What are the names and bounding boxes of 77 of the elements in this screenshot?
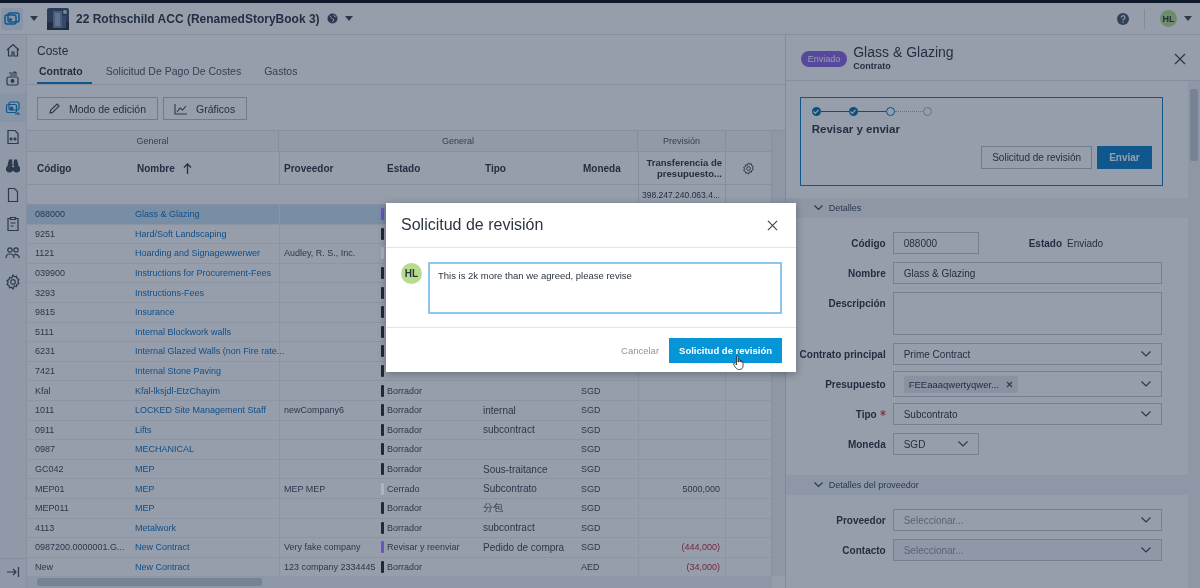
field-label: Código (851, 237, 886, 249)
status-cell: Borrador (387, 464, 422, 474)
currency-cell: AED (581, 562, 600, 572)
currency-cell: SGD (581, 385, 601, 396)
type-cell: Sous-traitance (483, 463, 548, 475)
currency-cell: SGD (581, 464, 601, 474)
supplier-cell: MEP MEP (284, 483, 326, 494)
field-label: Moneda (847, 438, 886, 450)
supplier-cell: Audley, R. S., Inc. (284, 248, 356, 259)
currency-cell: SGD (581, 405, 601, 416)
forecast-cell: (34,000) (686, 562, 720, 572)
budget-tag: FEEaaaqwertyqwer... (903, 375, 1018, 393)
code-cell: 088000 (35, 209, 66, 220)
forecast-cell: 5000,000 (682, 483, 720, 494)
column-group-header: General (136, 136, 169, 146)
user-avatar: HL (401, 263, 422, 284)
code-cell: GC042 (35, 464, 64, 474)
code-cell: MEP01 (35, 483, 65, 494)
code-cell: 4113 (35, 522, 55, 533)
supplier-cell: 123 company 2334445 (284, 562, 376, 572)
currency-cell: SGD (581, 503, 601, 514)
field-label: Descripción (828, 298, 886, 309)
supplier-cell: newCompany6 (284, 405, 345, 416)
step-label: Revisar y enviar (811, 123, 901, 135)
code-cell: 0911 (35, 424, 55, 435)
column-group-header: Previsión (663, 136, 700, 146)
field-label: Presupuesto (825, 378, 886, 390)
supplier-cell: Very fake company (284, 542, 361, 553)
status-badge: Enviado (800, 51, 848, 67)
status-cell: Revisar y reenviar (387, 542, 460, 553)
field-label: Nombre (847, 267, 886, 279)
field-label: Contrato principal (799, 348, 886, 360)
status-cell: Borrador (387, 562, 422, 572)
field-label: Contacto (842, 544, 886, 556)
type-cell: Pedido de compra (483, 541, 565, 553)
column-total: 398.247.240.063.4... (642, 189, 720, 200)
code-cell: 3293 (35, 287, 56, 298)
column-group-header: General (442, 136, 474, 146)
field-value: Enviado (1067, 237, 1104, 249)
currency-cell: SGD (581, 483, 601, 494)
status-cell: Borrador (387, 405, 422, 416)
status-cell: Borrador (387, 385, 422, 396)
code-cell: 0987 (35, 444, 56, 455)
code-cell: 0987200.0000001.G... (35, 542, 125, 553)
currency-cell: SGD (581, 522, 601, 533)
forecast-cell: (444,000) (681, 542, 720, 553)
type-cell: subcontract (483, 424, 535, 436)
type-cell: internal (483, 404, 516, 416)
code-cell: 1011 (35, 405, 55, 416)
type-cell: 分包 (483, 501, 503, 516)
status-cell: Borrador (387, 424, 422, 435)
status-cell: Borrador (387, 522, 422, 533)
code-cell: MEP011 (35, 503, 69, 514)
field-label: Tipo (855, 408, 877, 420)
page-title: Coste (36, 43, 70, 58)
type-cell: subcontract (483, 522, 535, 534)
panel-subtitle: Contrato (853, 61, 892, 71)
code-cell: 1121 (35, 248, 55, 259)
panel-title: Glass & Glazing (853, 44, 954, 60)
type-cell: Subcontrato (483, 483, 537, 495)
code-cell: 6231 (35, 346, 56, 357)
code-cell: 5111 (35, 326, 54, 337)
status-cell: Borrador (387, 503, 422, 514)
currency-cell: SGD (581, 444, 601, 455)
status-cell: Borrador (387, 444, 422, 455)
currency-cell: SGD (581, 424, 601, 435)
code-cell: 9815 (35, 307, 56, 318)
field-label: Estado (1028, 237, 1063, 249)
field-label: Proveedor (836, 514, 886, 526)
code-cell: 9251 (35, 228, 56, 239)
dialog-title: Solicitud de revisión (401, 216, 544, 234)
currency-cell: SGD (581, 542, 601, 553)
code-cell: 7421 (35, 366, 56, 377)
code-cell: New (35, 562, 53, 572)
code-cell: 039900 (35, 268, 66, 279)
status-cell: Cerrado (387, 483, 420, 494)
code-cell: Kfal (35, 385, 51, 396)
